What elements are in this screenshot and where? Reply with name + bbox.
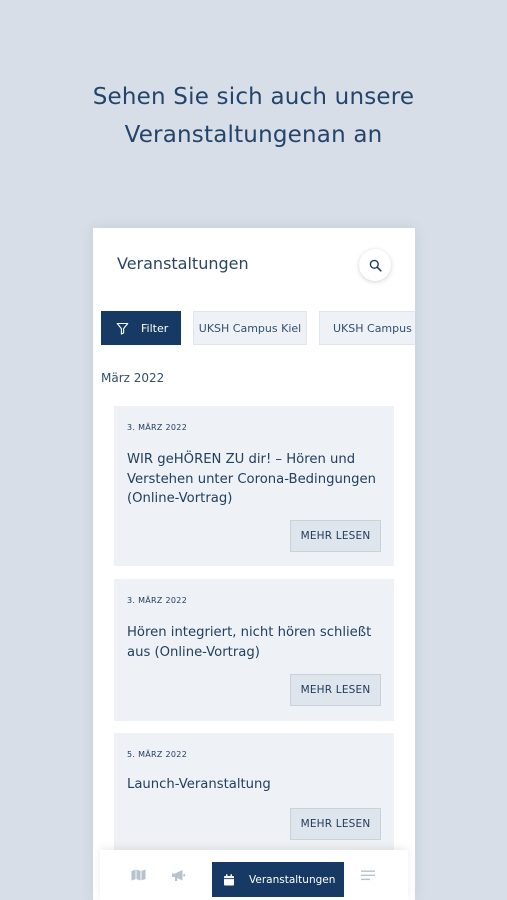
event-card[interactable]: 5. MÄRZ 2022 Launch-Veranstaltung MEHR L… <box>114 733 394 863</box>
promo-headline-line-1: Sehen Sie sich auch unsere <box>92 84 415 110</box>
month-heading: März 2022 <box>101 371 165 385</box>
event-title: Hören integriert, nicht hören schließt a… <box>127 625 372 660</box>
nav-events-label: Veranstaltungen <box>249 873 336 886</box>
chip-campus-luebeck[interactable]: UKSH Campus L <box>319 311 415 345</box>
filter-button[interactable]: Filter <box>101 311 181 345</box>
search-icon <box>369 259 382 272</box>
phone-screen: Veranstaltungen Filter UKSH Campus Kiel … <box>93 228 415 900</box>
nav-menu-button[interactable] <box>358 865 378 885</box>
event-title: WIR geHÖREN ZU dir! – Hören und Verstehe… <box>127 452 377 506</box>
menu-lines-icon <box>361 870 375 880</box>
chip-campus-kiel[interactable]: UKSH Campus Kiel <box>193 311 307 345</box>
event-card[interactable]: 3. MÄRZ 2022 Hören integriert, nicht hör… <box>114 579 394 721</box>
bottom-navigation: Veranstaltungen <box>100 850 408 900</box>
funnel-icon <box>116 322 129 335</box>
megaphone-icon <box>171 869 185 881</box>
nav-events-button[interactable]: Veranstaltungen <box>212 862 344 897</box>
read-more-button[interactable]: MEHR LESEN <box>290 520 381 552</box>
filter-chip-bar: Filter UKSH Campus Kiel UKSH Campus L <box>101 311 415 345</box>
search-button[interactable] <box>359 249 391 281</box>
read-more-button[interactable]: MEHR LESEN <box>290 808 381 840</box>
event-date: 3. MÄRZ 2022 <box>127 596 188 605</box>
filter-button-label: Filter <box>141 321 169 335</box>
map-icon <box>131 869 145 881</box>
event-date: 5. MÄRZ 2022 <box>127 750 188 759</box>
page-title: Veranstaltungen <box>117 254 249 273</box>
event-card[interactable]: 3. MÄRZ 2022 WIR geHÖREN ZU dir! – Hören… <box>114 406 394 566</box>
event-date: 3. MÄRZ 2022 <box>127 423 188 432</box>
calendar-icon <box>224 873 234 885</box>
read-more-button[interactable]: MEHR LESEN <box>290 674 381 706</box>
promo-headline: Sehen Sie sich auch unsere Veranstaltung… <box>0 78 507 154</box>
nav-news-button[interactable] <box>168 865 188 885</box>
nav-map-button[interactable] <box>128 865 148 885</box>
event-title: Launch-Veranstaltung <box>127 777 271 792</box>
promo-headline-line-2: Veranstaltungenan an <box>124 122 383 148</box>
